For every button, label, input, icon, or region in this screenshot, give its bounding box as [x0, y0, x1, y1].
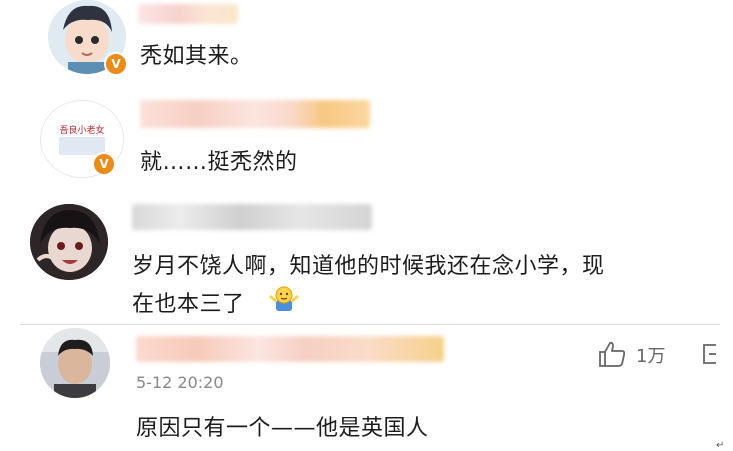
return-mark-icon: ↵	[716, 440, 725, 451]
username[interactable]	[140, 100, 370, 128]
comment-text: 秃如其来。	[140, 44, 253, 69]
timestamp: 5-12 20:20	[136, 373, 224, 392]
like-count: 1万	[636, 346, 666, 367]
username[interactable]	[132, 204, 372, 230]
avatar-anime-girl	[30, 204, 108, 280]
divider	[20, 324, 720, 325]
more-icon[interactable]	[700, 342, 718, 366]
verified-badge-icon: V	[92, 152, 116, 176]
comment-text: 就……挺秃然的	[140, 150, 298, 175]
thumbs-up-icon[interactable]	[597, 340, 627, 368]
username[interactable]	[136, 336, 444, 362]
verified-badge-icon: V	[104, 52, 128, 76]
comment-text: 原因只有一个——他是英国人	[136, 416, 429, 441]
avatar-photo	[40, 328, 110, 398]
comment-text-line1: 岁月不饶人啊，知道他的时候我还在念小学，现	[132, 254, 605, 279]
shrug-emoji-icon	[268, 284, 300, 312]
avatar[interactable]	[30, 204, 108, 280]
username[interactable]	[138, 4, 238, 24]
avatar-text: 吾良小老女	[59, 126, 105, 136]
comment-text-line2: 在也本三了	[132, 292, 245, 317]
avatar[interactable]	[40, 328, 110, 398]
